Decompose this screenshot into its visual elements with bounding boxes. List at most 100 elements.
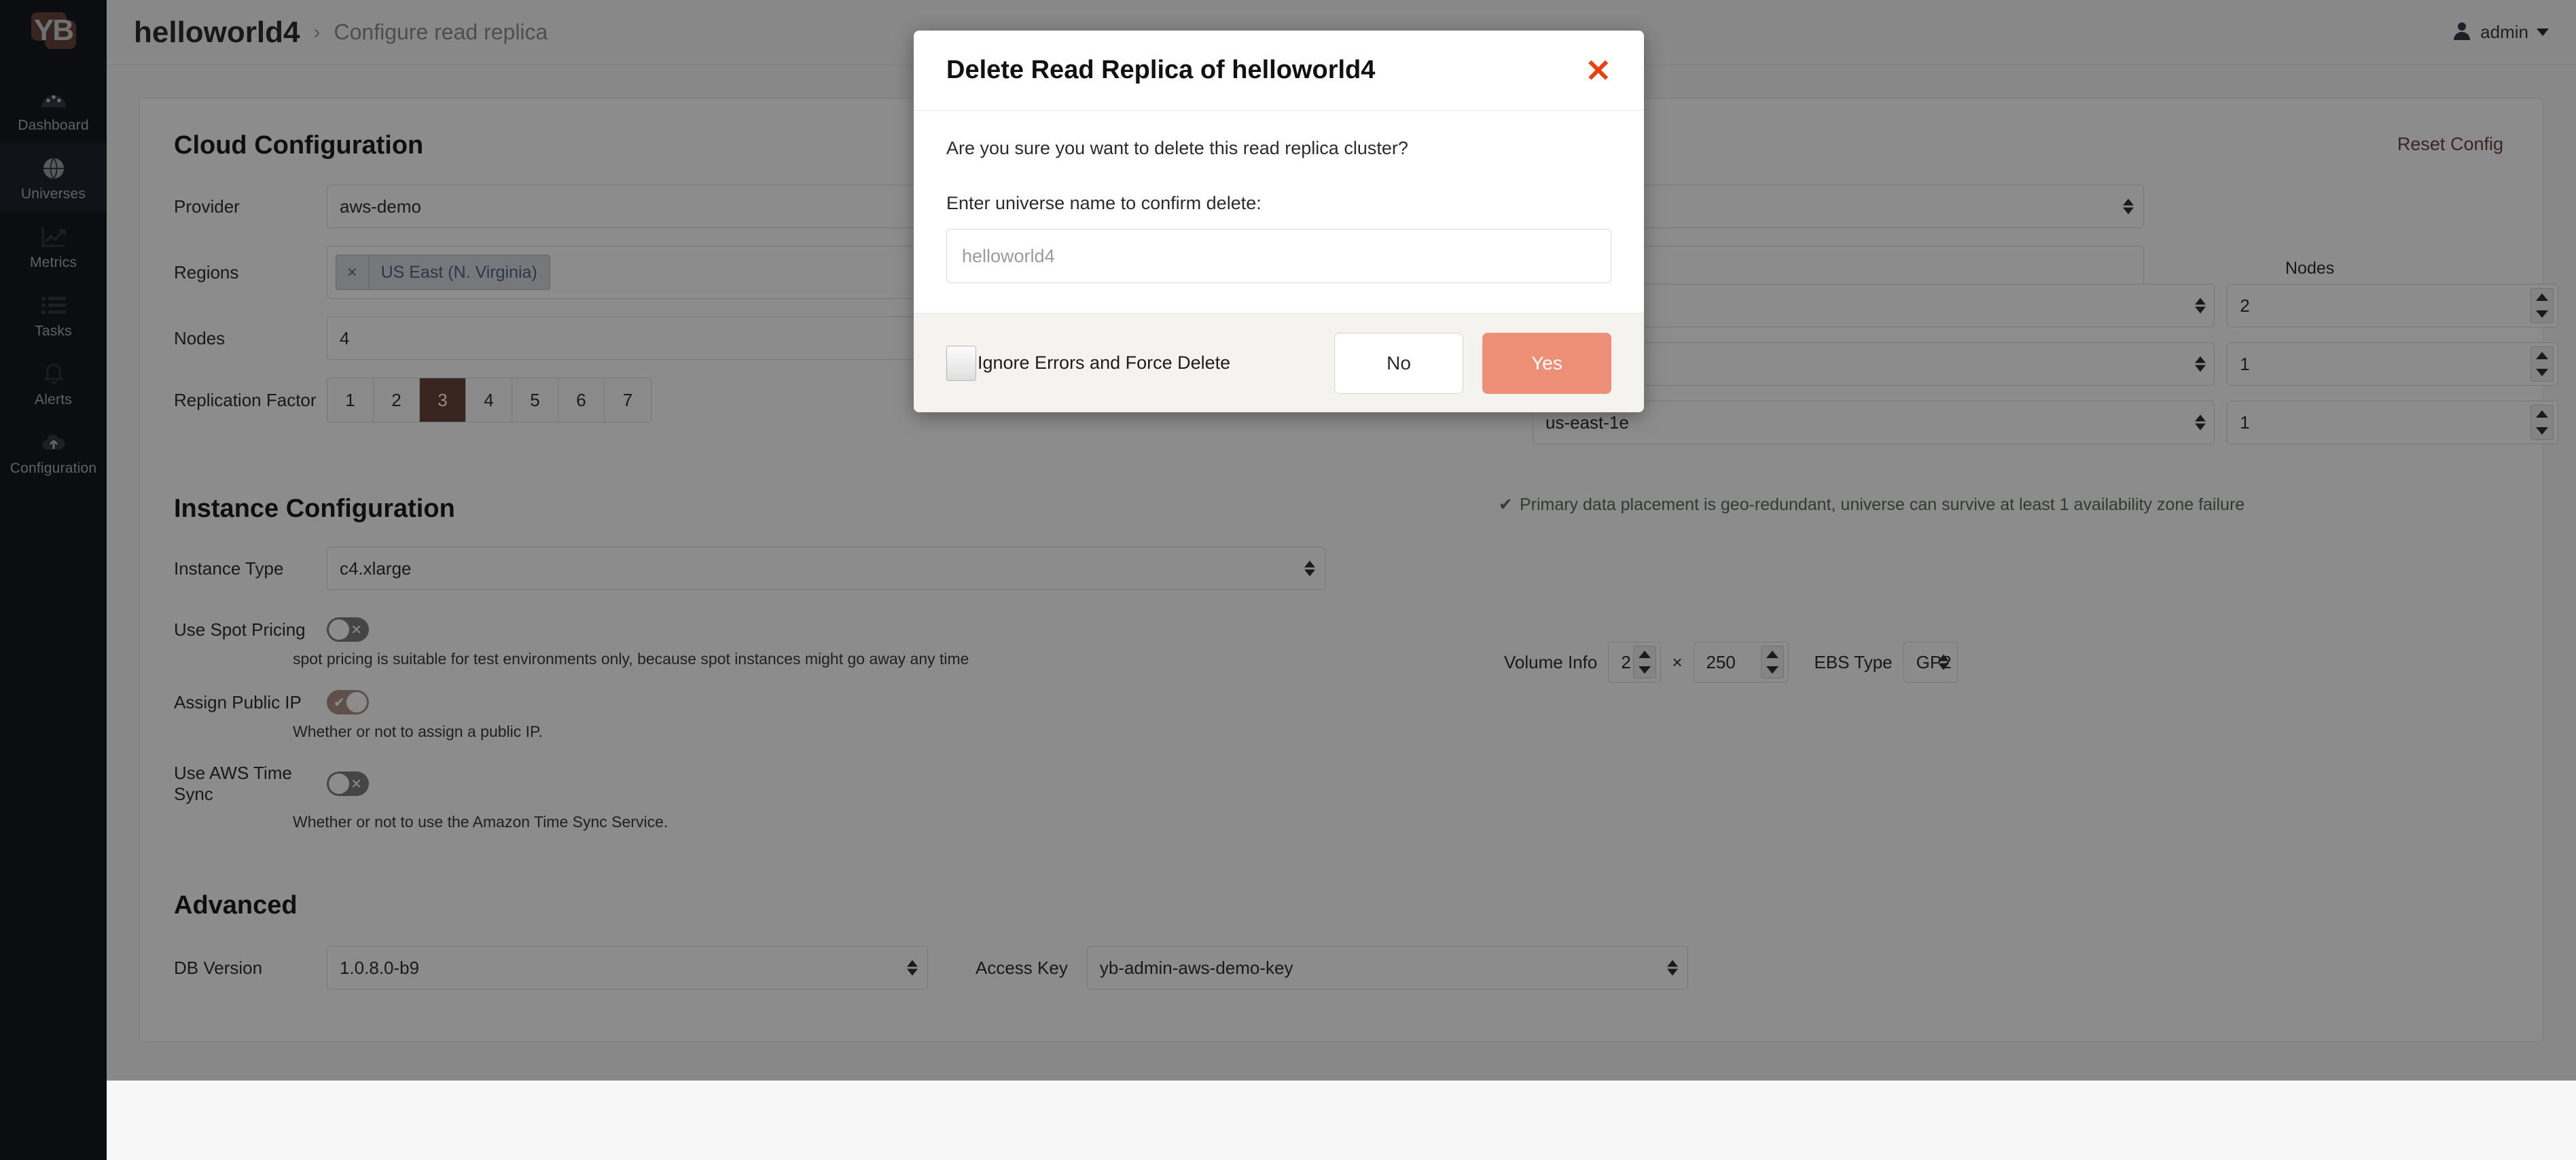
toggle-x-icon: ✕ — [351, 776, 362, 792]
force-delete-label: Ignore Errors and Force Delete — [978, 352, 1231, 373]
confirm-name-label: Enter universe name to confirm delete: — [946, 193, 1262, 213]
assign-public-ip-toggle[interactable]: ✔ — [327, 690, 369, 714]
chevron-down-icon — [2537, 29, 2549, 36]
rf-option-7[interactable]: 7 — [605, 378, 651, 422]
app-root: YB Dashboard Universes Metrics Tasks Ale… — [0, 0, 2576, 1160]
no-button[interactable]: No — [1334, 332, 1463, 394]
dashboard-icon — [39, 86, 69, 113]
sidebar-item-label: Metrics — [29, 255, 77, 270]
spot-pricing-label: Use Spot Pricing — [174, 619, 306, 640]
yes-button[interactable]: Yes — [1482, 332, 1611, 394]
chevron-updown-icon — [2123, 198, 2134, 215]
az-nodes-header: Nodes — [1533, 259, 2558, 278]
rf-option-4[interactable]: 4 — [466, 378, 512, 422]
replication-factor-group[interactable]: 1 2 3 4 5 6 7 — [327, 378, 651, 422]
modal-header: Delete Read Replica of helloworld4 ✕ — [914, 31, 1644, 111]
stepper-icon[interactable] — [1760, 646, 1784, 678]
instance-type-label: Instance Type — [174, 558, 284, 579]
region-chip-label: US East (N. Virginia) — [380, 262, 537, 282]
az-node-count[interactable]: 1 — [2227, 342, 2558, 386]
rf-option-1[interactable]: 1 — [327, 378, 374, 422]
az-node-count-value: 1 — [2240, 412, 2250, 433]
breadcrumb-universe[interactable]: helloworld4 — [134, 16, 300, 50]
rf-option-6[interactable]: 6 — [558, 378, 605, 422]
list-icon — [39, 292, 69, 319]
toggle-x-icon: ✕ — [351, 622, 362, 638]
sidebar: YB Dashboard Universes Metrics Tasks Ale… — [0, 0, 107, 1160]
nodes-label: Nodes — [174, 327, 226, 348]
reset-config-link[interactable]: Reset Config — [2397, 134, 2503, 155]
chevron-updown-icon — [907, 960, 918, 976]
sidebar-item-label: Configuration — [10, 460, 97, 476]
spot-pricing-row: Use Spot Pricing ✕ — [140, 617, 2543, 642]
spot-pricing-toggle[interactable]: ✕ — [327, 617, 369, 642]
instance-type-row: Instance Type c4.xlarge — [140, 547, 2543, 590]
az-node-count-value: 1 — [2240, 353, 2250, 374]
chevron-updown-icon — [1304, 560, 1315, 577]
rf-option-2[interactable]: 2 — [374, 378, 420, 422]
sidebar-item-label: Tasks — [35, 323, 72, 339]
volume-info-cluster: Volume Info 2 × 250 EBS Type GP2 — [1504, 642, 1958, 683]
avatar — [2452, 20, 2472, 44]
yugabyte-logo[interactable]: YB — [27, 10, 80, 54]
volume-size-value: 250 — [1706, 651, 1736, 672]
sidebar-item-tasks[interactable]: Tasks — [0, 280, 107, 349]
confirm-name-input[interactable]: helloworld4 — [946, 229, 1611, 283]
ebs-type-label: EBS Type — [1814, 651, 1893, 672]
sidebar-item-configuration[interactable]: Configuration — [0, 418, 107, 486]
volume-info-label: Volume Info — [1504, 651, 1598, 672]
volume-size-stepper[interactable]: 250 — [1693, 642, 1789, 683]
rf-option-3[interactable]: 3 — [420, 378, 466, 422]
regions-label: Regions — [174, 261, 239, 283]
delete-read-replica-modal: Delete Read Replica of helloworld4 ✕ Are… — [914, 31, 1644, 412]
az-value: us-east-1e — [1545, 412, 1629, 433]
sidebar-item-universes[interactable]: Universes — [0, 143, 107, 212]
az-node-count-value: 2 — [2240, 295, 2250, 316]
sidebar-item-dashboard[interactable]: Dashboard — [0, 75, 107, 143]
az-node-count[interactable]: 1 — [2227, 401, 2558, 444]
access-key-select[interactable]: yb-admin-aws-demo-key — [1086, 946, 1688, 990]
ebs-type-select[interactable]: GP2 — [1903, 642, 1958, 683]
sidebar-item-label: Dashboard — [18, 117, 89, 133]
modal-buttons: No Yes — [1334, 332, 1611, 394]
aws-time-sync-row: Use AWS Time Sync ✕ — [140, 763, 2543, 805]
region-chip[interactable]: × US East (N. Virginia) — [336, 255, 550, 290]
nodes-value: 4 — [340, 327, 350, 348]
sidebar-item-metrics[interactable]: Metrics — [0, 212, 107, 280]
stepper-icon[interactable] — [2530, 288, 2554, 323]
volume-count-value: 2 — [1621, 651, 1631, 672]
stepper-icon[interactable] — [1633, 646, 1657, 678]
chevron-updown-icon — [2195, 414, 2206, 431]
stepper-icon[interactable] — [2530, 346, 2554, 382]
spot-pricing-hint: spot pricing is suitable for test enviro… — [293, 650, 969, 668]
user-menu[interactable]: admin — [2452, 20, 2549, 44]
db-version-select[interactable]: 1.0.8.0-b9 — [327, 946, 928, 990]
aws-time-sync-hint: Whether or not to use the Amazon Time Sy… — [293, 813, 668, 831]
aws-time-sync-toggle[interactable]: ✕ — [327, 772, 369, 796]
sidebar-item-label: Universes — [20, 186, 86, 202]
globe-icon — [39, 155, 69, 182]
access-key-label: Access Key — [976, 957, 1068, 978]
az-row: 1 — [1533, 342, 2558, 386]
force-delete-checkbox[interactable] — [946, 345, 976, 381]
advanced-row: DB Version 1.0.8.0-b9 Access Key yb-admi… — [140, 946, 2543, 990]
modal-body: Are you sure you want to delete this rea… — [914, 111, 1644, 313]
db-version-label: DB Version — [174, 957, 263, 978]
section-title-advanced: Advanced — [174, 891, 298, 920]
user-name: admin — [2480, 22, 2528, 42]
chevron-updown-icon — [1666, 960, 1678, 976]
modal-title: Delete Read Replica of helloworld4 — [946, 56, 1376, 84]
remove-region-icon[interactable]: × — [336, 255, 369, 289]
volume-count-stepper[interactable]: 2 — [1608, 642, 1662, 683]
logo-text: YB — [33, 14, 74, 47]
chevron-updown-icon — [1937, 654, 1949, 670]
assign-public-ip-label: Assign Public IP — [174, 691, 302, 712]
rf-option-5[interactable]: 5 — [512, 378, 558, 422]
sidebar-item-alerts[interactable]: Alerts — [0, 349, 107, 418]
close-icon[interactable]: ✕ — [1585, 55, 1611, 86]
instance-type-select[interactable]: c4.xlarge — [327, 547, 1325, 590]
geo-redundancy-note: ✔ Primary data placement is geo-redundan… — [1499, 494, 2244, 515]
az-nodes-header-label: Nodes — [2285, 259, 2335, 278]
stepper-icon[interactable] — [2530, 405, 2554, 440]
az-node-count[interactable]: 2 — [2227, 284, 2558, 327]
